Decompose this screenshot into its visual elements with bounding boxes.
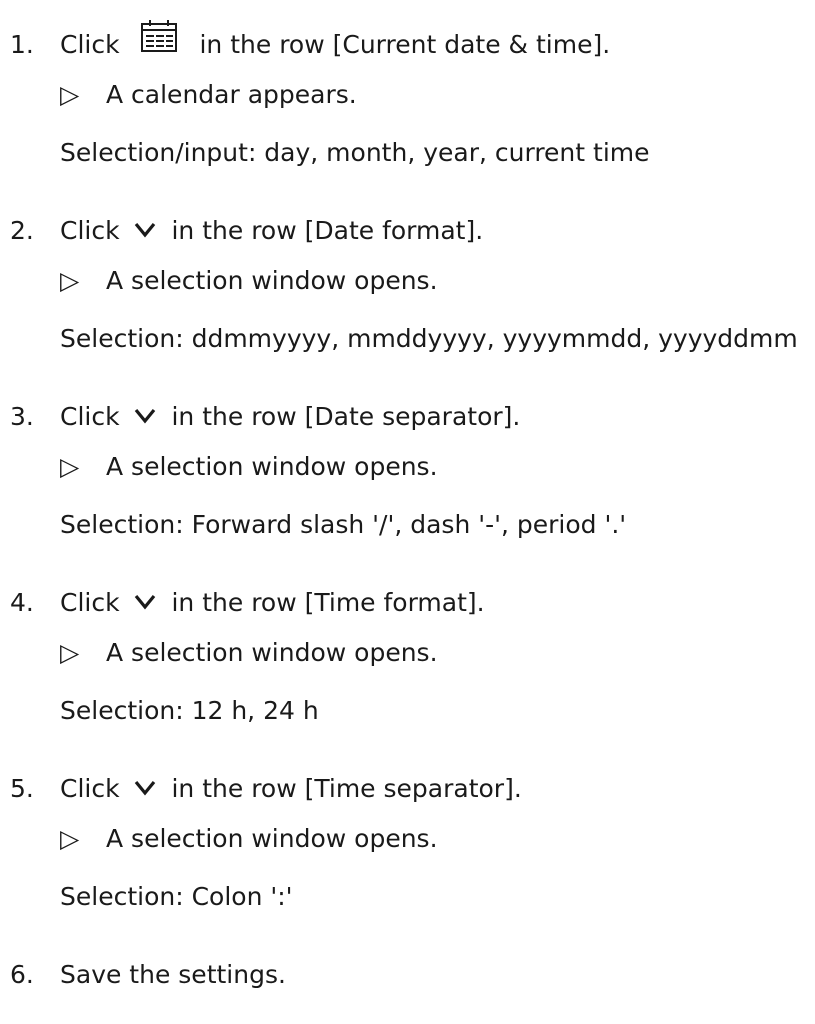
step-2-detail: Selection: ddmmyyyy, mmddyyyy, yyyymmdd,… bbox=[60, 324, 798, 353]
result-text: A calendar appears. bbox=[106, 80, 357, 109]
chevron-down-icon bbox=[134, 408, 156, 424]
step-instruction: Click in the row [Time format]. bbox=[60, 586, 485, 620]
step-verb: Click bbox=[60, 774, 120, 803]
result-text: A selection window opens. bbox=[106, 452, 438, 481]
step-instruction: Save the settings. bbox=[60, 960, 286, 989]
step-instruction: Click in the row [Date format]. bbox=[60, 214, 483, 248]
step-target: in the row [Date separator]. bbox=[171, 402, 521, 431]
result-text: A selection window opens. bbox=[106, 824, 438, 853]
step-number: 2. bbox=[10, 216, 34, 245]
result-arrow-icon: ▷ bbox=[60, 452, 80, 481]
chevron-down-icon bbox=[134, 780, 156, 796]
step-verb: Click bbox=[60, 216, 120, 245]
step-number: 4. bbox=[10, 588, 34, 617]
step-4-detail: Selection: 12 h, 24 h bbox=[60, 696, 319, 725]
step-verb: Click bbox=[60, 402, 120, 431]
instruction-document: 1. Click in the row [Current date & time… bbox=[0, 0, 815, 1024]
step-1-result: ▷ A calendar appears. bbox=[60, 78, 357, 112]
step-5-result: ▷ A selection window opens. bbox=[60, 822, 438, 856]
step-2-result: ▷ A selection window opens. bbox=[60, 264, 438, 298]
step-target: in the row [Time format]. bbox=[171, 588, 485, 617]
step-instruction: Click in the row [Time separator]. bbox=[60, 772, 522, 806]
chevron-down-icon bbox=[134, 222, 156, 238]
step-verb: Click bbox=[60, 588, 120, 617]
step-instruction: Click in the row [Current date & time]. bbox=[60, 20, 611, 63]
result-text: A selection window opens. bbox=[106, 638, 438, 667]
result-arrow-icon: ▷ bbox=[60, 266, 80, 295]
step-3-result: ▷ A selection window opens. bbox=[60, 450, 438, 484]
step-number: 3. bbox=[10, 402, 34, 431]
calendar-icon bbox=[140, 19, 178, 53]
step-target: in the row [Date format]. bbox=[171, 216, 484, 245]
step-number: 5. bbox=[10, 774, 34, 803]
step-5-detail: Selection: Colon ':' bbox=[60, 882, 293, 911]
result-arrow-icon: ▷ bbox=[60, 638, 80, 667]
step-number: 6. bbox=[10, 960, 34, 989]
step-1-detail: Selection/input: day, month, year, curre… bbox=[60, 138, 650, 167]
result-text: A selection window opens. bbox=[106, 266, 438, 295]
result-arrow-icon: ▷ bbox=[60, 80, 80, 109]
result-arrow-icon: ▷ bbox=[60, 824, 80, 853]
step-target: in the row [Time separator]. bbox=[171, 774, 522, 803]
step-verb: Click bbox=[60, 30, 120, 59]
step-instruction: Click in the row [Date separator]. bbox=[60, 400, 520, 434]
step-target: in the row [Current date & time]. bbox=[199, 30, 611, 59]
chevron-down-icon bbox=[134, 594, 156, 610]
step-4-result: ▷ A selection window opens. bbox=[60, 636, 438, 670]
step-3-detail: Selection: Forward slash '/', dash '-', … bbox=[60, 510, 627, 539]
step-number: 1. bbox=[10, 30, 34, 59]
